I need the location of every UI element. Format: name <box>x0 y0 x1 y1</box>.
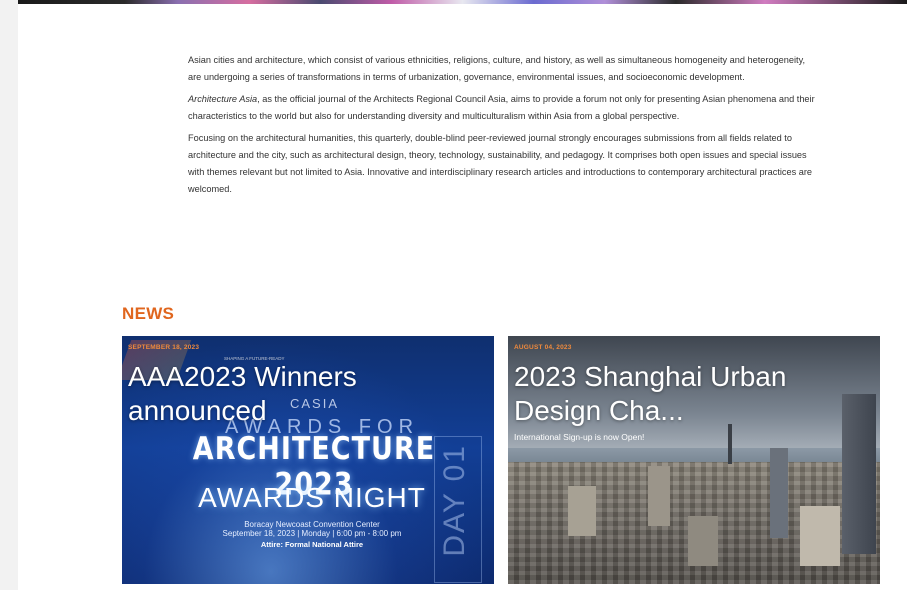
news-card-date: SEPTEMBER 18, 2023 <box>128 344 200 351</box>
news-heading: NEWS <box>122 304 175 323</box>
news-card-shanghai[interactable]: AUGUST 04, 2023 2023 Shanghai Urban Desi… <box>508 336 880 584</box>
city-tower <box>568 486 596 536</box>
page: Asian cities and architecture, which con… <box>18 0 907 590</box>
city-tower <box>648 466 670 526</box>
intro-paragraph-2-text: , as the official journal of the Archite… <box>188 94 815 121</box>
news-card-title[interactable]: 2023 Shanghai Urban Design Cha... <box>514 360 864 428</box>
poster-venue: Boracay Newcoast Convention Center Septe… <box>182 520 442 538</box>
poster-attire: Attire: Formal National Attire <box>260 540 364 549</box>
city-tower <box>728 424 732 464</box>
intro-paragraph-2: Architecture Asia, as the official journ… <box>188 91 820 125</box>
city-tower <box>800 506 840 566</box>
intro-paragraph-3: Focusing on the architectural humanities… <box>188 133 813 194</box>
poster-datetime: September 18, 2023 | Monday | 6:00 pm - … <box>222 529 402 538</box>
city-tower <box>688 516 718 566</box>
news-card-aaa2023[interactable]: SHAPING A FUTURE-READY CASIA AWARDS FOR … <box>122 336 494 584</box>
journal-intro: Asian cities and architecture, which con… <box>188 52 820 203</box>
intro-paragraph-1: Asian cities and architecture, which con… <box>188 55 806 82</box>
news-card-subtitle: International Sign-up is now Open! <box>514 432 645 442</box>
poster-awards-night: AWARDS NIGHT <box>198 482 426 513</box>
poster-venue-name: Boracay Newcoast Convention Center <box>244 520 380 529</box>
news-card-title[interactable]: AAA2023 Winners announced <box>128 360 478 428</box>
city-tower <box>770 448 788 538</box>
journal-name: Architecture Asia <box>188 94 258 104</box>
poster-day-label: DAY 01 <box>438 444 471 557</box>
top-banner-image <box>18 0 907 4</box>
news-card-date: AUGUST 04, 2023 <box>514 344 572 351</box>
